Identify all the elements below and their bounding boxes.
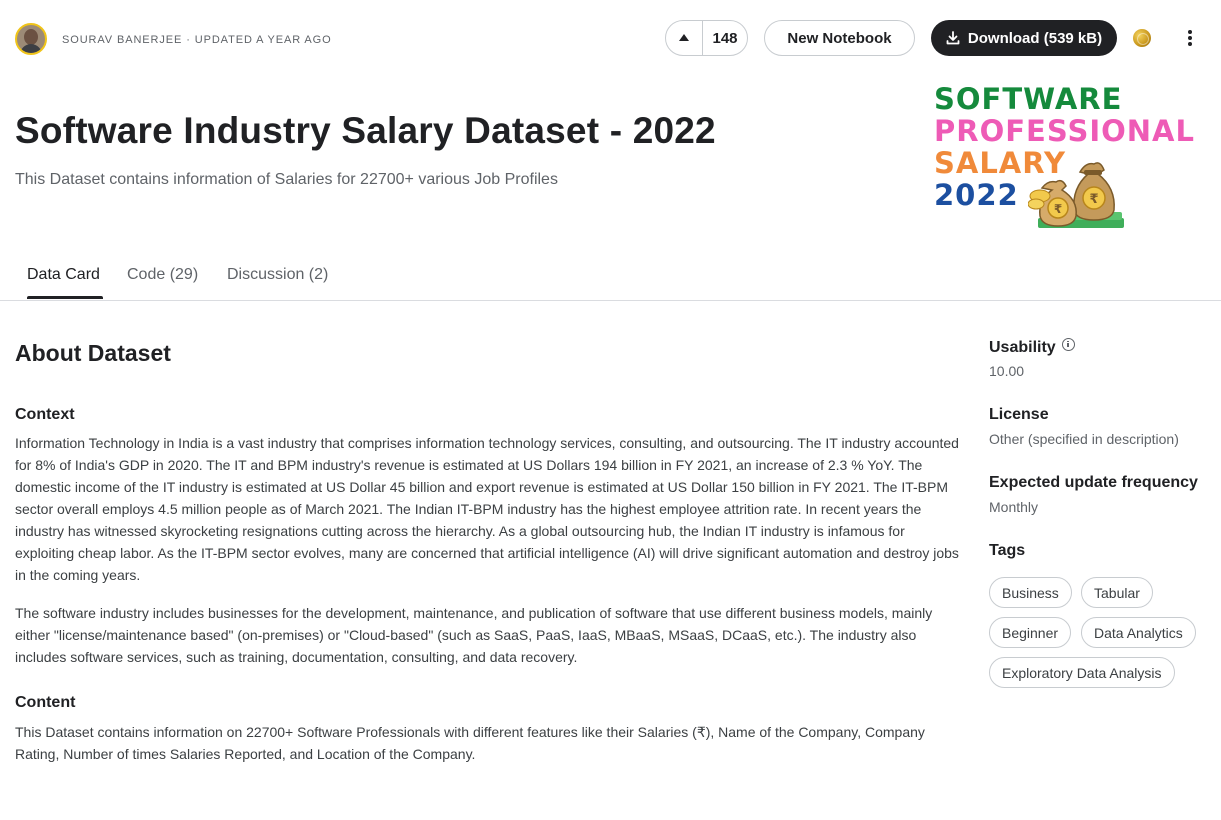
cover-line-1: SOFTWARE	[934, 82, 1123, 116]
context-heading: Context	[15, 406, 75, 423]
content-paragraph: This Dataset contains information on 227…	[15, 724, 925, 762]
context-paragraph-2: The software industry includes businesse…	[15, 605, 933, 665]
usability-value: 10.00	[989, 363, 1025, 379]
content-heading: Content	[15, 694, 76, 711]
dataset-cover-image: SOFTWARE PROFESSIONAL SALARY 2022 ₹ ₹	[930, 82, 1221, 230]
active-tab-indicator	[27, 296, 103, 299]
tag-data-analytics[interactable]: Data Analytics	[1081, 617, 1196, 648]
svg-text:₹: ₹	[1054, 202, 1062, 216]
info-icon[interactable]	[1061, 338, 1075, 351]
kebab-dot	[1188, 30, 1192, 34]
cover-line-2: PROFESSIONAL	[934, 114, 1195, 148]
download-icon	[946, 31, 960, 45]
author-avatar[interactable]	[15, 23, 47, 55]
update-frequency-label: Expected update frequency	[989, 474, 1198, 491]
download-label: Download (539 kB)	[967, 29, 1103, 47]
author-update-line[interactable]: SOURAV BANERJEE · UPDATED A YEAR AGO	[62, 34, 332, 46]
cover-line-4: 2022	[934, 178, 1019, 212]
upvote-widget: 148	[665, 20, 748, 56]
about-heading: About Dataset	[15, 340, 171, 366]
usability-label-text: Usability	[989, 339, 1056, 356]
upvote-button[interactable]	[666, 21, 703, 55]
context-paragraph-1: Information Technology in India is a vas…	[15, 435, 959, 583]
upvote-count: 148	[712, 29, 738, 47]
tag-beginner[interactable]: Beginner	[989, 617, 1072, 648]
new-notebook-button[interactable]: New Notebook	[764, 20, 915, 56]
avatar-face	[24, 29, 38, 45]
top-bar: SOURAV BANERJEE · UPDATED A YEAR AGO 148…	[0, 0, 1221, 80]
kebab-dot	[1188, 36, 1192, 40]
svg-text:₹: ₹	[1089, 192, 1098, 207]
tab-discussion[interactable]: Discussion (2)	[227, 266, 328, 284]
tag-exploratory-data-analysis[interactable]: Exploratory Data Analysis	[989, 657, 1175, 688]
tags-label: Tags	[989, 542, 1026, 559]
gold-medal-icon[interactable]	[1133, 29, 1151, 47]
tag-tabular[interactable]: Tabular	[1081, 577, 1153, 608]
avatar-body	[20, 44, 42, 53]
arrow-up-icon	[679, 34, 689, 41]
dataset-tabs: Data Card Code (29) Discussion (2)	[0, 262, 1221, 301]
download-button[interactable]: Download (539 kB)	[931, 20, 1117, 56]
tag-business[interactable]: Business	[989, 577, 1072, 608]
dataset-title: Software Industry Salary Dataset - 2022	[15, 110, 716, 151]
money-bags-icon: ₹ ₹	[1028, 162, 1124, 228]
usability-label: Usability	[989, 338, 1075, 357]
kebab-dot	[1188, 42, 1192, 46]
update-frequency-value: Monthly	[989, 499, 1039, 515]
license-value: Other (specified in description)	[989, 431, 1179, 447]
license-label: License	[989, 406, 1049, 423]
dataset-subtitle: This Dataset contains information of Sal…	[15, 171, 558, 188]
tab-data-card[interactable]: Data Card	[27, 266, 100, 284]
more-vertical-icon[interactable]	[1180, 28, 1200, 48]
tab-code[interactable]: Code (29)	[127, 266, 198, 284]
